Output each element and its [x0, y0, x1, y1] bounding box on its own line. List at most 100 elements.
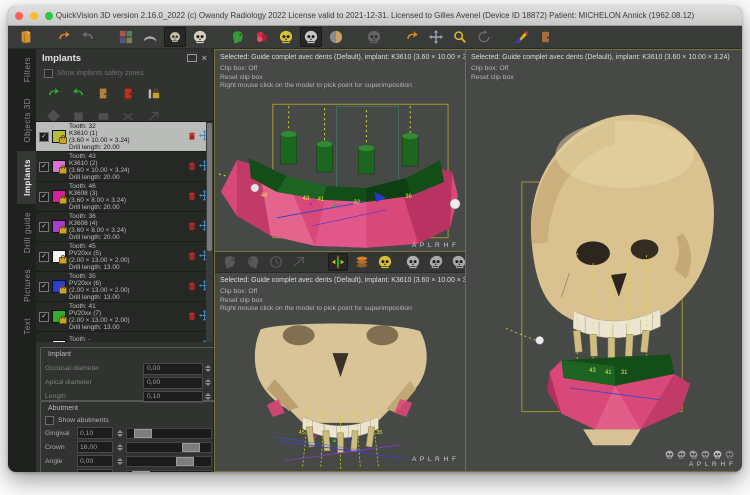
occlusal-diameter-field[interactable]: 0,00	[143, 363, 203, 375]
skull-orient-3-icon[interactable]	[688, 450, 699, 459]
dual-skull-view-icon[interactable]	[164, 27, 186, 47]
viewport-bottom-reset-link[interactable]: Reset clip box	[220, 297, 460, 306]
implant-list-item[interactable]: ✓ Tooth: 43 K3610 (2) (3.60 × 10.00 × 3.…	[36, 152, 213, 182]
panoramic-view-icon[interactable]	[140, 28, 160, 46]
implant-library-red-icon[interactable]	[119, 85, 137, 101]
rotation-slider[interactable]	[126, 470, 212, 473]
face-tool-1-icon[interactable]	[221, 254, 239, 270]
implant-library-icon[interactable]	[94, 85, 112, 101]
delete-implant-icon[interactable]	[188, 278, 196, 296]
viewport-bottom[interactable]: Selected: Guide complet avec dents (Defa…	[214, 251, 466, 472]
gingival-stepper[interactable]	[116, 427, 124, 439]
occlusal-diameter-stepper[interactable]	[204, 363, 212, 375]
skull-disabled-icon[interactable]	[364, 28, 384, 46]
angle-stepper[interactable]	[116, 455, 124, 467]
redo-icon[interactable]	[78, 28, 98, 46]
sidebar-tab-text[interactable]: Text	[17, 310, 38, 343]
delete-implant-icon[interactable]	[188, 188, 196, 206]
skull-gray-icon[interactable]	[300, 27, 322, 47]
viewport-right[interactable]: Selected: Guide complet avec dents (Defa…	[465, 49, 742, 472]
lock-implants-icon[interactable]	[144, 85, 162, 101]
skull-orient-4-icon[interactable]	[701, 450, 710, 459]
half-sphere-icon[interactable]	[326, 28, 346, 46]
delete-implant-icon[interactable]	[188, 308, 196, 326]
gingival-slider[interactable]	[126, 428, 212, 439]
implant-visibility-checkbox[interactable]: ✓	[39, 132, 49, 142]
implant-visibility-checkbox[interactable]: ✓	[39, 312, 49, 322]
layout-views-icon[interactable]	[116, 28, 136, 46]
implant-list-scrollbar[interactable]	[206, 122, 213, 342]
sidebar-tab-objects3d[interactable]: Objects 3D	[17, 90, 38, 151]
implant-undo-icon[interactable]	[44, 85, 62, 101]
implant-visibility-checkbox[interactable]: ✓	[39, 162, 49, 172]
superimposition-icon[interactable]	[353, 254, 371, 270]
apical-diameter-stepper[interactable]	[204, 377, 212, 389]
skull-orient-1-icon[interactable]	[665, 450, 674, 459]
skull-right-view-icon[interactable]	[450, 254, 466, 270]
skull-orient-6-icon[interactable]	[725, 450, 734, 459]
sidebar-tab-filters[interactable]: Filters	[17, 49, 38, 90]
implant-view-icon[interactable]	[328, 253, 348, 271]
angle-field[interactable]: 0,00	[77, 455, 113, 467]
rotation-field[interactable]: 0	[77, 469, 113, 472]
rotate-view-icon[interactable]	[402, 28, 422, 46]
undo-icon[interactable]	[54, 28, 74, 46]
implant-visibility-checkbox[interactable]: ✓	[39, 252, 49, 262]
sidebar-tab-implants[interactable]: Implants	[17, 151, 38, 204]
measure-tool-icon[interactable]	[512, 28, 532, 46]
face-tool-2-icon[interactable]	[244, 254, 262, 270]
skull-left-view-icon[interactable]	[427, 254, 445, 270]
delete-implant-icon[interactable]	[188, 338, 196, 343]
implant-visibility-checkbox[interactable]: ✓	[39, 342, 49, 343]
viewport-right-reset-link[interactable]: Reset clip box	[471, 74, 737, 83]
implant-list-item[interactable]: ✓ Tooth: 41 PV20xx (7) (2.00 × 13.00 × 2…	[36, 302, 213, 332]
close-panel-icon[interactable]: ×	[202, 53, 207, 63]
skull-orient-2-icon[interactable]	[676, 450, 687, 459]
skull-view-icon[interactable]	[190, 28, 210, 46]
crown-stepper[interactable]	[116, 441, 124, 453]
rotation-stepper[interactable]	[116, 469, 124, 472]
zoom-view-icon[interactable]	[450, 28, 470, 46]
orbit-view-icon[interactable]	[474, 28, 494, 46]
sidebar-tab-pictures[interactable]: Pictures	[17, 261, 38, 310]
head-model-icon[interactable]	[228, 28, 248, 46]
sidebar-tab-drill-guide[interactable]: Drill guide	[17, 204, 38, 261]
implant-list-item[interactable]: ✓ Tooth: 36 K3608 (4) (3.60 × 8.00 × 3.2…	[36, 212, 213, 242]
clock-tool-icon[interactable]	[267, 254, 285, 270]
angle-slider[interactable]	[126, 456, 212, 467]
implant-list-item[interactable]: ✓ Tooth: 45 PV20xx (5) (2.00 × 13.00 × 2…	[36, 242, 213, 272]
skull-orient-5-icon[interactable]	[713, 450, 722, 459]
implant-list-item[interactable]: ✓ Tooth: 32 K3610 (1) (3.60 × 10.00 × 3.…	[36, 122, 213, 152]
skull-front-view-icon[interactable]	[404, 254, 422, 270]
implant-redo-icon[interactable]	[69, 85, 87, 101]
link-tool-icon[interactable]	[290, 254, 308, 270]
apical-diameter-field[interactable]: 0,00	[143, 377, 203, 389]
implant-list-item[interactable]: ✓ Tooth: 46 K3608 (3) (3.60 × 8.00 × 3.2…	[36, 182, 213, 212]
gum-model-icon[interactable]	[252, 28, 272, 46]
viewport-top-canvas[interactable]: 46 43 41 32 36 A P L R H F	[215, 96, 465, 252]
delete-implant-icon[interactable]	[188, 128, 196, 146]
crown-slider[interactable]	[126, 442, 212, 453]
skull-yellow-icon[interactable]	[276, 28, 296, 46]
viewport-top[interactable]: Selected: Guide complet avec dents (Defa…	[214, 49, 466, 253]
delete-implant-icon[interactable]	[188, 158, 196, 176]
viewport-top-reset-link[interactable]: Reset clip box	[220, 74, 460, 83]
delete-implant-icon[interactable]	[188, 248, 196, 266]
exit-door-icon[interactable]	[536, 28, 556, 46]
implant-visibility-checkbox[interactable]: ✓	[39, 282, 49, 292]
implant-visibility-checkbox[interactable]: ✓	[39, 192, 49, 202]
implant-visibility-checkbox[interactable]: ✓	[39, 222, 49, 232]
viewport-right-canvas[interactable]: 43 41 31 A P L R H F	[466, 85, 742, 471]
implant-list-item[interactable]: ✓ Tooth: - PV20xx (8) (2.00 × 13.00 × 2.…	[36, 332, 213, 342]
notebook-icon[interactable]	[16, 28, 36, 46]
skull-yellow-small-icon[interactable]	[376, 254, 394, 270]
crown-field[interactable]: 16,00	[77, 441, 113, 453]
safety-zones-checkbox[interactable]	[44, 69, 53, 78]
delete-implant-icon[interactable]	[188, 218, 196, 236]
implant-list-item[interactable]: ✓ Tooth: 35 PV20xx (6) (2.00 × 13.00 × 2…	[36, 272, 213, 302]
pan-view-icon[interactable]	[426, 28, 446, 46]
gingival-field[interactable]: 0,10	[77, 427, 113, 439]
show-abutments-checkbox[interactable]	[45, 416, 54, 425]
detach-panel-icon[interactable]	[187, 54, 197, 62]
viewport-bottom-canvas[interactable]: 45 35 A P L R H F	[215, 319, 465, 471]
